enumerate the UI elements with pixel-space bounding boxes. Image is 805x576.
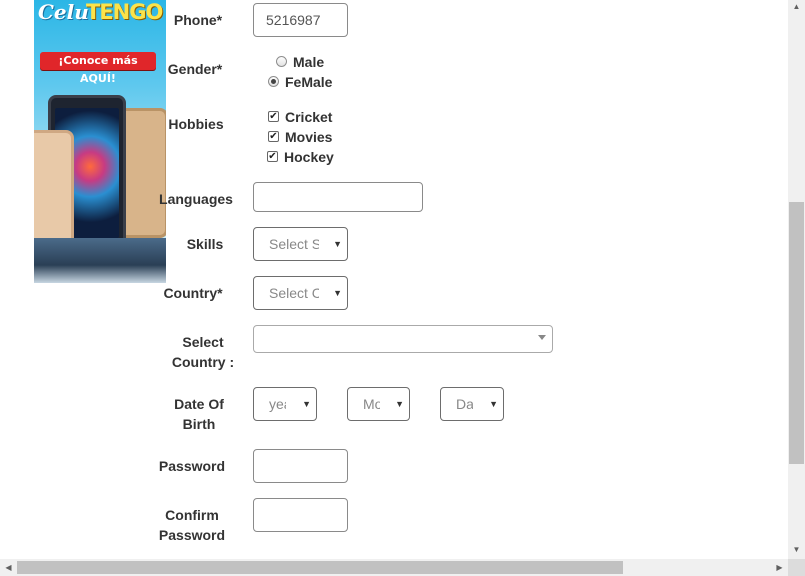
phone-label: Phone* xyxy=(173,12,223,28)
select-country-label-line2: Country : xyxy=(171,354,235,370)
hobbies-label: Hobbies xyxy=(168,116,224,132)
scroll-up-icon[interactable]: ▲ xyxy=(788,0,805,14)
hobby-hockey-label: Hockey xyxy=(284,149,334,165)
gender-female-label: FeMale xyxy=(285,74,333,90)
confirm-password-label: Confirm Password xyxy=(156,505,228,545)
hobby-movies-checkbox[interactable]: ✔ xyxy=(268,131,279,142)
confirm-password-input[interactable] xyxy=(253,498,348,532)
dropdown-arrow-icon: ▼ xyxy=(395,399,404,409)
dob-label-line1: Date Of xyxy=(174,396,224,412)
password-input[interactable] xyxy=(253,449,348,483)
scrollbar-corner xyxy=(788,559,805,576)
hobby-cricket-checkbox[interactable]: ✔ xyxy=(268,111,279,122)
languages-label: Languages xyxy=(159,191,233,207)
hobby-movies-label: Movies xyxy=(285,129,333,145)
select-country-label-line1: Select xyxy=(182,334,224,350)
check-icon: ✔ xyxy=(269,111,278,122)
dropdown-arrow-icon: ▼ xyxy=(333,239,342,249)
hobby-cricket-label: Cricket xyxy=(285,109,333,125)
languages-input[interactable] xyxy=(253,182,423,212)
advertisement-banner[interactable]: Celu TENGO ¡Conoce más AQUÍ! xyxy=(34,0,166,283)
ad-cta-button[interactable]: ¡Conoce más AQUÍ! xyxy=(40,52,156,85)
scroll-left-icon[interactable]: ◀ xyxy=(0,559,17,576)
country-select-value: Select Country xyxy=(269,285,319,301)
dob-year-select[interactable]: year ▼ xyxy=(253,387,317,421)
ad-brand-logo-part2: TENGO xyxy=(86,0,163,24)
gender-label: Gender* xyxy=(167,61,223,77)
vertical-scroll-thumb[interactable] xyxy=(789,202,804,464)
dob-month-select[interactable]: Month ▼ xyxy=(347,387,410,421)
select-country-label: Select Country : xyxy=(155,332,251,372)
dob-label: Date Of Birth xyxy=(168,394,230,434)
gender-male-label: Male xyxy=(293,54,325,70)
horizontal-scrollbar[interactable]: ◀ ▶ xyxy=(0,559,788,576)
check-icon: ✔ xyxy=(269,131,278,142)
phone-input[interactable]: 5216987 xyxy=(253,3,348,37)
confirm-password-label-line1: Confirm xyxy=(165,507,219,523)
horizontal-scroll-thumb[interactable] xyxy=(17,561,623,574)
dob-label-line2: Birth xyxy=(182,416,216,432)
chevron-down-icon xyxy=(538,335,546,340)
country-select[interactable]: Select Country ▼ xyxy=(253,276,348,310)
hobby-hockey-checkbox[interactable]: ✔ xyxy=(267,151,278,162)
skills-label: Skills xyxy=(186,236,224,252)
skills-select-value: Select Skills xyxy=(269,236,319,252)
dropdown-arrow-icon: ▼ xyxy=(333,288,342,298)
vertical-scrollbar[interactable]: ▲ ▼ xyxy=(788,0,805,559)
scroll-down-icon[interactable]: ▼ xyxy=(788,543,805,557)
select-country-combobox[interactable] xyxy=(253,325,553,353)
dropdown-arrow-icon: ▼ xyxy=(489,399,498,409)
confirm-password-label-line2: Password xyxy=(158,527,226,543)
ad-brand-logo-part1: Celu xyxy=(38,0,89,24)
ad-landscape-image xyxy=(34,238,166,283)
dob-month-value: Month xyxy=(363,396,380,412)
check-icon: ✔ xyxy=(268,151,277,162)
dob-day-select[interactable]: Day ▼ xyxy=(440,387,504,421)
dropdown-arrow-icon: ▼ xyxy=(302,399,311,409)
gender-male-radio[interactable] xyxy=(276,56,287,67)
dob-year-value: year xyxy=(269,396,286,412)
scroll-right-icon[interactable]: ▶ xyxy=(771,559,788,576)
gender-female-radio[interactable] xyxy=(268,76,279,87)
country-label: Country* xyxy=(163,285,223,301)
password-label: Password xyxy=(158,458,226,474)
dob-day-value: Day xyxy=(456,396,473,412)
skills-select[interactable]: Select Skills ▼ xyxy=(253,227,348,261)
